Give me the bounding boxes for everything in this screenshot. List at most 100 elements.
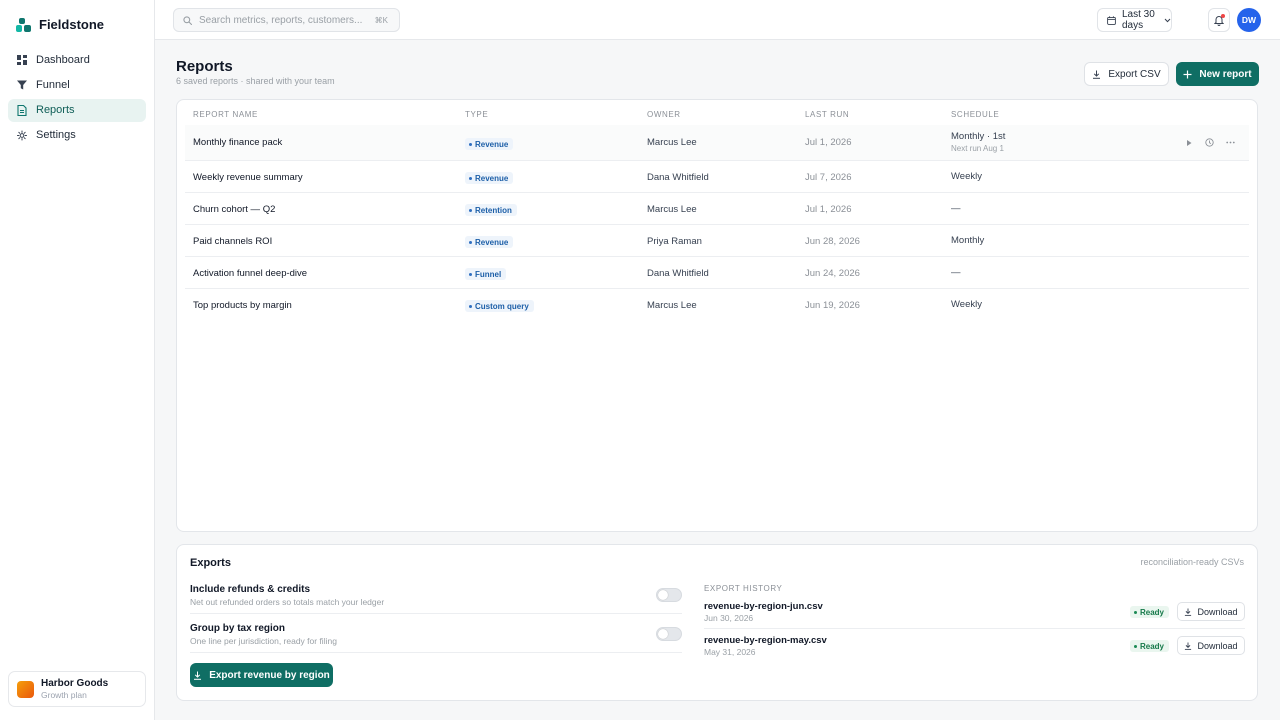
- date-range-label: Last 30 days: [1122, 9, 1155, 31]
- exports-title: Exports: [190, 557, 231, 569]
- type-badge: Revenue: [465, 172, 514, 184]
- option-tax-region: Group by tax region One line per jurisdi…: [190, 622, 682, 653]
- type-badge: Revenue: [465, 138, 514, 150]
- report-schedule: Monthly · 1st: [951, 131, 1006, 142]
- org-name: Harbor Goods: [41, 678, 109, 689]
- sidebar-nav: Dashboard Funnel Reports Settings: [0, 48, 154, 147]
- dashboard-icon: [17, 54, 27, 65]
- document-icon: [17, 104, 27, 116]
- export-file-date: Jun 30, 2026: [704, 613, 754, 623]
- export-csv-button[interactable]: Export CSV: [1084, 62, 1169, 86]
- report-name[interactable]: Churn cohort — Q2: [193, 204, 275, 215]
- download-button[interactable]: Download: [1177, 636, 1245, 655]
- table-row[interactable]: Monthly finance pack Revenue Marcus Lee …: [185, 125, 1249, 161]
- org-logo-icon: [17, 680, 34, 698]
- column-header-last-run[interactable]: Last run: [805, 110, 849, 119]
- download-icon: [1092, 70, 1101, 79]
- export-history-row: revenue-by-region-jun.csv Jun 30, 2026 R…: [704, 599, 1245, 629]
- main-content: Search metrics, reports, customers... ⌘K…: [155, 0, 1280, 720]
- report-last-run: Jul 1, 2026: [805, 137, 852, 148]
- column-header-schedule[interactable]: Schedule: [951, 110, 999, 119]
- sidebar-item-label: Dashboard: [36, 53, 90, 66]
- notifications-button[interactable]: [1208, 8, 1230, 32]
- option-desc: One line per jurisdiction, ready for fil…: [190, 636, 337, 646]
- clock-icon[interactable]: [1205, 138, 1214, 147]
- plus-icon: [1183, 70, 1192, 79]
- status-badge: Ready: [1129, 640, 1169, 652]
- download-icon: [1184, 607, 1192, 616]
- export-csv-label: Export CSV: [1108, 68, 1161, 80]
- search-icon: [183, 15, 192, 25]
- topbar: Search metrics, reports, customers... ⌘K…: [155, 0, 1280, 40]
- more-icon[interactable]: [1226, 141, 1235, 144]
- export-revenue-label: Export revenue by region: [209, 669, 330, 681]
- option-refunds: Include refunds & credits Net out refund…: [190, 583, 682, 614]
- calendar-icon: [1107, 15, 1116, 25]
- org-plan: Growth plan: [41, 690, 87, 700]
- table-row[interactable]: Churn cohort — Q2 Retention Marcus Lee J…: [185, 193, 1249, 225]
- notification-dot: [1221, 14, 1225, 18]
- report-schedule: —: [951, 203, 961, 214]
- download-label: Download: [1197, 606, 1238, 617]
- sidebar-item-label: Settings: [36, 129, 76, 142]
- sidebar-item-dashboard[interactable]: Dashboard: [8, 48, 146, 71]
- search-input[interactable]: Search metrics, reports, customers... ⌘K: [173, 8, 400, 32]
- sidebar: Fieldstone Dashboard Funnel Reports Sett…: [0, 0, 155, 720]
- export-file-name: revenue-by-region-may.csv: [704, 635, 827, 646]
- table-row[interactable]: Activation funnel deep-dive Funnel Dana …: [185, 257, 1249, 289]
- report-name[interactable]: Paid channels ROI: [193, 236, 272, 247]
- brand-logo-icon: [16, 17, 31, 32]
- report-schedule: Weekly: [951, 171, 982, 182]
- download-button[interactable]: Download: [1177, 602, 1245, 621]
- type-badge: Retention: [465, 204, 517, 216]
- column-header-name[interactable]: Report name: [193, 110, 258, 119]
- run-icon[interactable]: [1185, 139, 1193, 147]
- option-desc: Net out refunded orders so totals match …: [190, 597, 385, 607]
- app-root: Fieldstone Dashboard Funnel Reports Sett…: [0, 0, 1280, 720]
- date-range-button[interactable]: Last 30 days: [1097, 8, 1172, 32]
- column-header-owner[interactable]: Owner: [647, 110, 681, 119]
- sidebar-item-label: Funnel: [36, 78, 70, 91]
- column-header-type[interactable]: Type: [465, 110, 488, 119]
- type-badge: Custom query: [465, 300, 534, 312]
- gear-icon: [17, 130, 27, 141]
- exports-note: reconciliation-ready CSVs: [1140, 557, 1244, 567]
- report-owner: Priya Raman: [647, 236, 702, 247]
- org-switcher[interactable]: Harbor Goods Growth plan: [8, 671, 146, 707]
- report-name[interactable]: Activation funnel deep-dive: [193, 268, 307, 279]
- report-owner: Dana Whitfield: [647, 268, 709, 279]
- org-info: Harbor Goods Growth plan: [41, 678, 108, 700]
- tax-region-toggle[interactable]: [656, 627, 682, 641]
- row-actions: [1185, 138, 1235, 147]
- option-title: Include refunds & credits: [190, 584, 311, 595]
- table-row[interactable]: Paid channels ROI Revenue Priya Raman Ju…: [185, 225, 1249, 257]
- table-row[interactable]: Weekly revenue summary Revenue Dana Whit…: [185, 161, 1249, 193]
- sidebar-item-settings[interactable]: Settings: [8, 124, 146, 147]
- user-avatar[interactable]: DW: [1237, 8, 1261, 32]
- refunds-toggle[interactable]: [656, 588, 682, 602]
- report-name[interactable]: Weekly revenue summary: [193, 172, 303, 183]
- report-name[interactable]: Monthly finance pack: [193, 137, 282, 148]
- brand[interactable]: Fieldstone: [0, 0, 154, 48]
- download-label: Download: [1197, 640, 1238, 651]
- export-file-date: May 31, 2026: [704, 647, 756, 657]
- exports-panel: Exports reconciliation-ready CSVs Includ…: [176, 544, 1258, 701]
- download-icon: [193, 671, 202, 680]
- table-row[interactable]: Top products by margin Custom query Marc…: [185, 289, 1249, 321]
- sidebar-item-reports[interactable]: Reports: [8, 98, 146, 122]
- report-last-run: Jun 19, 2026: [805, 300, 860, 311]
- new-report-button[interactable]: New report: [1176, 62, 1259, 86]
- report-last-run: Jun 24, 2026: [805, 268, 860, 279]
- new-report-label: New report: [1199, 68, 1252, 80]
- page-subtitle: 6 saved reports · shared with your team: [176, 76, 335, 86]
- sidebar-item-label: Reports: [36, 104, 75, 117]
- sidebar-item-funnel[interactable]: Funnel: [8, 73, 146, 96]
- export-history-row: revenue-by-region-may.csv May 31, 2026 R…: [704, 633, 1245, 663]
- report-name[interactable]: Top products by margin: [193, 300, 292, 311]
- report-owner: Marcus Lee: [647, 300, 697, 311]
- report-last-run: Jul 1, 2026: [805, 204, 852, 215]
- option-title: Group by tax region: [190, 623, 286, 634]
- export-revenue-button[interactable]: Export revenue by region: [190, 663, 333, 687]
- report-schedule: Weekly: [951, 299, 982, 310]
- export-history-label: Export history: [704, 584, 783, 593]
